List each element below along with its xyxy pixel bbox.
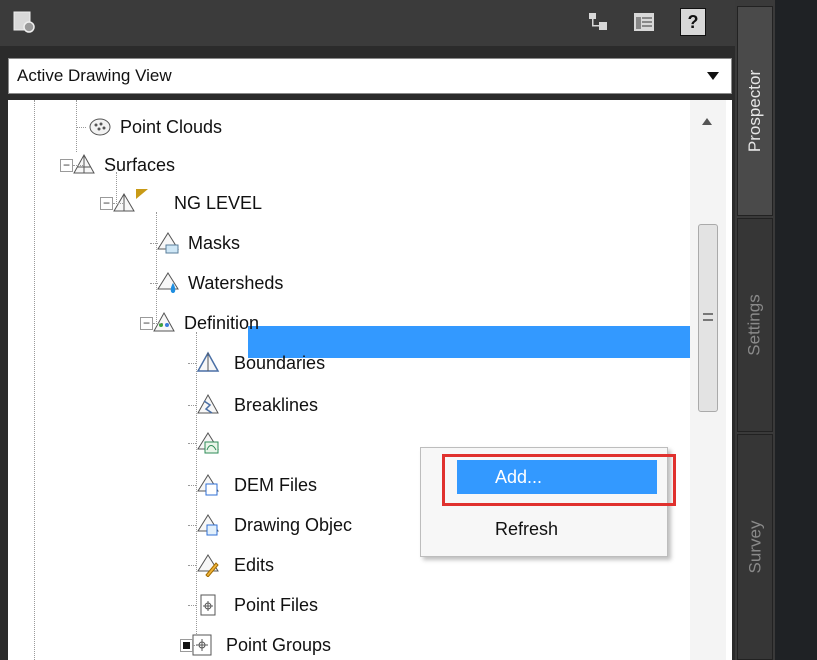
edit-icon bbox=[197, 554, 219, 577]
tree-line bbox=[34, 100, 35, 660]
tab-prospector[interactable]: Prospector bbox=[737, 6, 773, 216]
prospector-tree bbox=[8, 100, 732, 660]
collapse-icon[interactable]: − bbox=[140, 316, 153, 330]
boundary-icon bbox=[196, 351, 220, 372]
drawing-object-icon bbox=[197, 514, 219, 536]
tree-item-label: Point Clouds bbox=[120, 116, 223, 137]
tree-item-label: Masks bbox=[188, 232, 241, 253]
tree-item-label: Contours bbox=[236, 432, 310, 453]
view-dropdown[interactable]: Active Drawing View bbox=[8, 58, 732, 94]
tree-item-point-clouds[interactable]: Point Clouds bbox=[76, 110, 223, 144]
tree-item-boundaries[interactable]: Boundaries bbox=[188, 346, 326, 380]
toolbar: ? bbox=[0, 0, 735, 46]
tree-item-label: Point Files bbox=[234, 594, 319, 615]
dem-file-icon bbox=[197, 474, 219, 496]
tree-item-label: NG LEVEL bbox=[174, 192, 263, 213]
tree-line bbox=[76, 100, 77, 152]
tree-item-point-groups[interactable]: Point Groups bbox=[180, 628, 331, 660]
tree-item-label: Drawing Objec bbox=[234, 514, 353, 535]
collapse-icon[interactable]: − bbox=[60, 158, 73, 172]
tree-item-definition[interactable]: − Definition bbox=[140, 306, 259, 340]
menu-item-refresh[interactable]: Refresh bbox=[457, 512, 657, 546]
side-tabs: Prospector Settings Survey bbox=[735, 0, 775, 660]
scroll-thumb[interactable] bbox=[698, 224, 718, 412]
view-dropdown-value: Active Drawing View bbox=[17, 66, 172, 85]
point-cloud-icon bbox=[89, 118, 111, 136]
breakline-icon bbox=[197, 393, 219, 414]
scroll-up-arrow-icon[interactable] bbox=[702, 118, 712, 125]
tree-item-surfaces[interactable]: − Surfaces bbox=[60, 148, 175, 182]
tree-item-label: Point Groups bbox=[226, 634, 332, 655]
document-icon[interactable] bbox=[8, 8, 40, 36]
highlight-box bbox=[442, 454, 676, 506]
tree-item-point-files[interactable]: Point Files bbox=[188, 588, 319, 622]
tree-item-drawing-objects[interactable]: Drawing Objec bbox=[188, 508, 353, 542]
collapse-icon[interactable]: − bbox=[100, 196, 113, 210]
tree-item-label: Surfaces bbox=[104, 154, 176, 175]
expand-icon[interactable] bbox=[180, 638, 193, 652]
contour-icon bbox=[197, 432, 219, 454]
tree-item-label: Watersheds bbox=[188, 272, 284, 293]
chevron-down-icon bbox=[707, 72, 719, 80]
watershed-icon bbox=[157, 272, 179, 293]
background-strip bbox=[775, 0, 817, 660]
tree-item-dem-files[interactable]: DEM Files bbox=[188, 468, 318, 502]
tree-item-label: Edits bbox=[234, 554, 275, 575]
vertical-scrollbar[interactable] bbox=[690, 100, 726, 660]
tree-item-contours[interactable]: Contours bbox=[188, 426, 310, 460]
mask-icon bbox=[157, 232, 179, 254]
tab-settings[interactable]: Settings bbox=[737, 218, 773, 432]
tree-item-label: DEM Files bbox=[234, 474, 318, 495]
tree-item-edits[interactable]: Edits bbox=[188, 548, 275, 582]
tree-view-icon[interactable] bbox=[585, 10, 611, 34]
help-button[interactable]: ? bbox=[680, 8, 706, 36]
tree-item-breaklines[interactable]: Breaklines bbox=[188, 388, 319, 422]
tree-item-watersheds[interactable]: Watersheds bbox=[150, 266, 284, 300]
point-file-icon bbox=[200, 594, 216, 616]
tab-survey[interactable]: Survey bbox=[737, 434, 773, 660]
tree-item-label: Boundaries bbox=[234, 352, 326, 373]
list-view-icon[interactable] bbox=[631, 10, 657, 34]
tree-item-ng-level[interactable]: − NG LEVEL bbox=[100, 186, 262, 220]
tree-item-label: Definition bbox=[184, 312, 260, 333]
tree-item-masks[interactable]: Masks bbox=[150, 226, 241, 260]
grip-icon bbox=[703, 313, 713, 321]
flag-icon bbox=[136, 189, 148, 199]
tree-item-label: Breaklines bbox=[234, 394, 319, 415]
